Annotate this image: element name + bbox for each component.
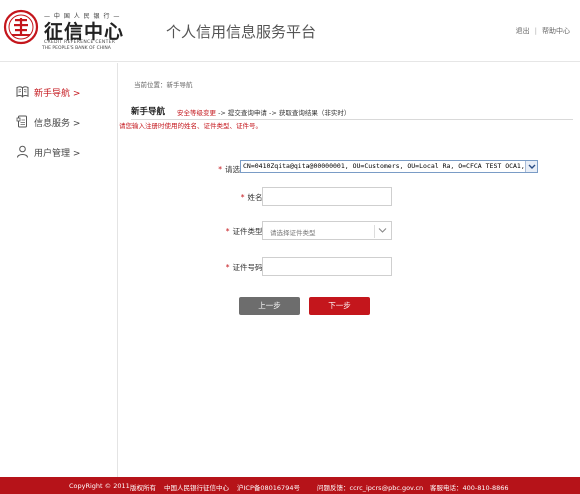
footer-copyright: CopyRight © 2011 (69, 482, 130, 490)
sidebar-item-label: 新手导航 > (34, 89, 81, 99)
breadcrumb: 当前位置：新手导航 (134, 81, 193, 89)
certificate-select[interactable]: CN=0410Zqita@qita@00000001, OU=Customers… (240, 160, 538, 173)
select-divider (374, 225, 375, 238)
sidebar-item-label: 信息服务 > (34, 119, 81, 129)
logo-english-line1: CREDIT REFERENCE CENTER (44, 40, 116, 45)
previous-step-button[interactable]: 上一步 (239, 297, 300, 315)
sidebar-item-info-service[interactable]: 信息服务 > (0, 111, 117, 133)
main-content: 当前位置：新手导航 新手导航 安全等级变更 -> 提交查询申请 -> 获取查询结… (119, 63, 580, 477)
certificate-value: CN=0410Zqita@qita@00000001, OU=Customers… (243, 162, 538, 170)
chevron-down-icon[interactable] (525, 161, 537, 172)
next-step-button[interactable]: 下一步 (309, 297, 370, 315)
help-center-link[interactable]: 帮助中心 (542, 27, 570, 35)
footer-icp[interactable]: 沪ICP备08016794号 (237, 482, 300, 492)
logout-link[interactable]: 退出 (516, 27, 530, 35)
seal-logo-icon (3, 9, 39, 45)
document-icon (16, 115, 27, 128)
name-row: * 姓名： (119, 187, 580, 207)
sidebar-item-user-management[interactable]: 用户管理 > (0, 141, 117, 163)
id-number-input[interactable] (262, 257, 392, 276)
sidebar-item-label: 用户管理 > (34, 149, 81, 159)
top-links: 退出 | 帮助中心 (516, 26, 570, 36)
step-indicator: 安全等级变更 -> 提交查询申请 -> 获取查询结果（非实时） (177, 107, 350, 117)
logo-english-line2: THE PEOPLE'S BANK OF CHINA (42, 46, 111, 51)
sidebar: 新手导航 > 信息服务 > 用户管理 > (0, 63, 118, 477)
id-type-select[interactable]: 请选择证件类型 (262, 221, 392, 240)
footer-phone: 客服电话：400-810-8866 (430, 484, 509, 492)
certificate-row: *请选择证书： CN=0410Zqita@qita@00000001, OU=C… (119, 159, 580, 179)
id-number-row: * 证件号码： (119, 257, 580, 277)
user-icon (17, 145, 28, 158)
id-type-placeholder: 请选择证件类型 (270, 229, 316, 237)
footer-org: 中国人民银行征信中心 (164, 484, 229, 492)
footer: CopyRight © 2011 版权所有 中国人民银行征信中心 沪ICP备08… (0, 477, 580, 494)
form-hint: 请您输入注册时使用的姓名、证件类型、证件号。 (119, 122, 262, 130)
section-title: 新手导航 (131, 107, 166, 117)
header: — 中 国 人 民 银 行 — 征信中心 CREDIT REFERENCE CE… (0, 0, 580, 62)
name-input[interactable] (262, 187, 392, 206)
remaining-steps: -> 提交查询申请 -> 获取查询结果（非实时） (216, 109, 351, 117)
credit-reference-center-logo[interactable]: — 中 国 人 民 银 行 — 征信中心 CREDIT REFERENCE CE… (3, 9, 128, 53)
sidebar-item-beginner-guide[interactable]: 新手导航 > (0, 81, 117, 103)
book-icon (16, 86, 29, 98)
top-links-separator: | (534, 27, 537, 35)
site-title: 个人信用信息服务平台 (166, 23, 317, 41)
section-header: 新手导航 安全等级变更 -> 提交查询申请 -> 获取查询结果（非实时） (131, 104, 573, 120)
footer-feedback[interactable]: 问题反馈：ccrc_ipcrs@pbc.gov.cn (317, 482, 423, 492)
footer-rights: 版权所有 (130, 484, 156, 492)
chevron-down-icon[interactable] (378, 227, 387, 234)
id-type-row: * 证件类型： 请选择证件类型 (119, 221, 580, 241)
current-step: 安全等级变更 (177, 109, 216, 117)
